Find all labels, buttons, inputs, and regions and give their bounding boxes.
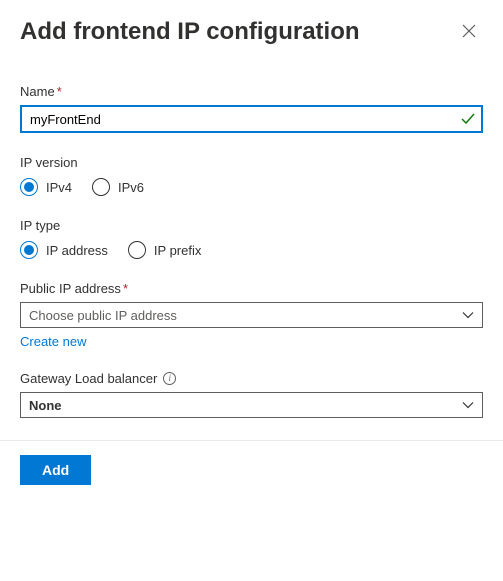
- public-ip-select[interactable]: Choose public IP address: [20, 302, 483, 328]
- radio-label: IP prefix: [154, 243, 201, 258]
- close-icon: [462, 24, 476, 41]
- gateway-lb-select[interactable]: None: [20, 392, 483, 418]
- chevron-down-icon: [462, 309, 474, 321]
- ip-version-ipv4[interactable]: IPv4: [20, 178, 72, 196]
- add-button[interactable]: Add: [20, 455, 91, 485]
- name-label: Name*: [20, 84, 483, 99]
- gateway-lb-label: Gateway Load balancer: [20, 371, 157, 386]
- name-label-text: Name: [20, 84, 55, 99]
- ip-type-address[interactable]: IP address: [20, 241, 108, 259]
- footer-divider: [0, 440, 503, 441]
- ip-type-group: IP address IP prefix: [20, 241, 483, 259]
- public-ip-label-text: Public IP address: [20, 281, 121, 296]
- panel-title: Add frontend IP configuration: [20, 18, 360, 46]
- radio-icon: [92, 178, 110, 196]
- chevron-down-icon: [462, 399, 474, 411]
- checkmark-icon: [461, 112, 475, 126]
- radio-icon: [128, 241, 146, 259]
- ip-version-label: IP version: [20, 155, 483, 170]
- radio-label: IPv6: [118, 180, 144, 195]
- gateway-lb-value: None: [29, 398, 62, 413]
- public-ip-placeholder: Choose public IP address: [29, 308, 177, 323]
- public-ip-label: Public IP address*: [20, 281, 483, 296]
- radio-label: IP address: [46, 243, 108, 258]
- radio-icon: [20, 178, 38, 196]
- ip-type-label: IP type: [20, 218, 483, 233]
- create-new-link[interactable]: Create new: [20, 334, 86, 349]
- radio-label: IPv4: [46, 180, 72, 195]
- info-icon[interactable]: i: [163, 372, 176, 385]
- ip-version-group: IPv4 IPv6: [20, 178, 483, 196]
- required-indicator: *: [123, 281, 128, 296]
- ip-version-ipv6[interactable]: IPv6: [92, 178, 144, 196]
- ip-type-prefix[interactable]: IP prefix: [128, 241, 201, 259]
- required-indicator: *: [57, 84, 62, 99]
- radio-icon: [20, 241, 38, 259]
- name-input[interactable]: [20, 105, 483, 133]
- close-button[interactable]: [455, 18, 483, 46]
